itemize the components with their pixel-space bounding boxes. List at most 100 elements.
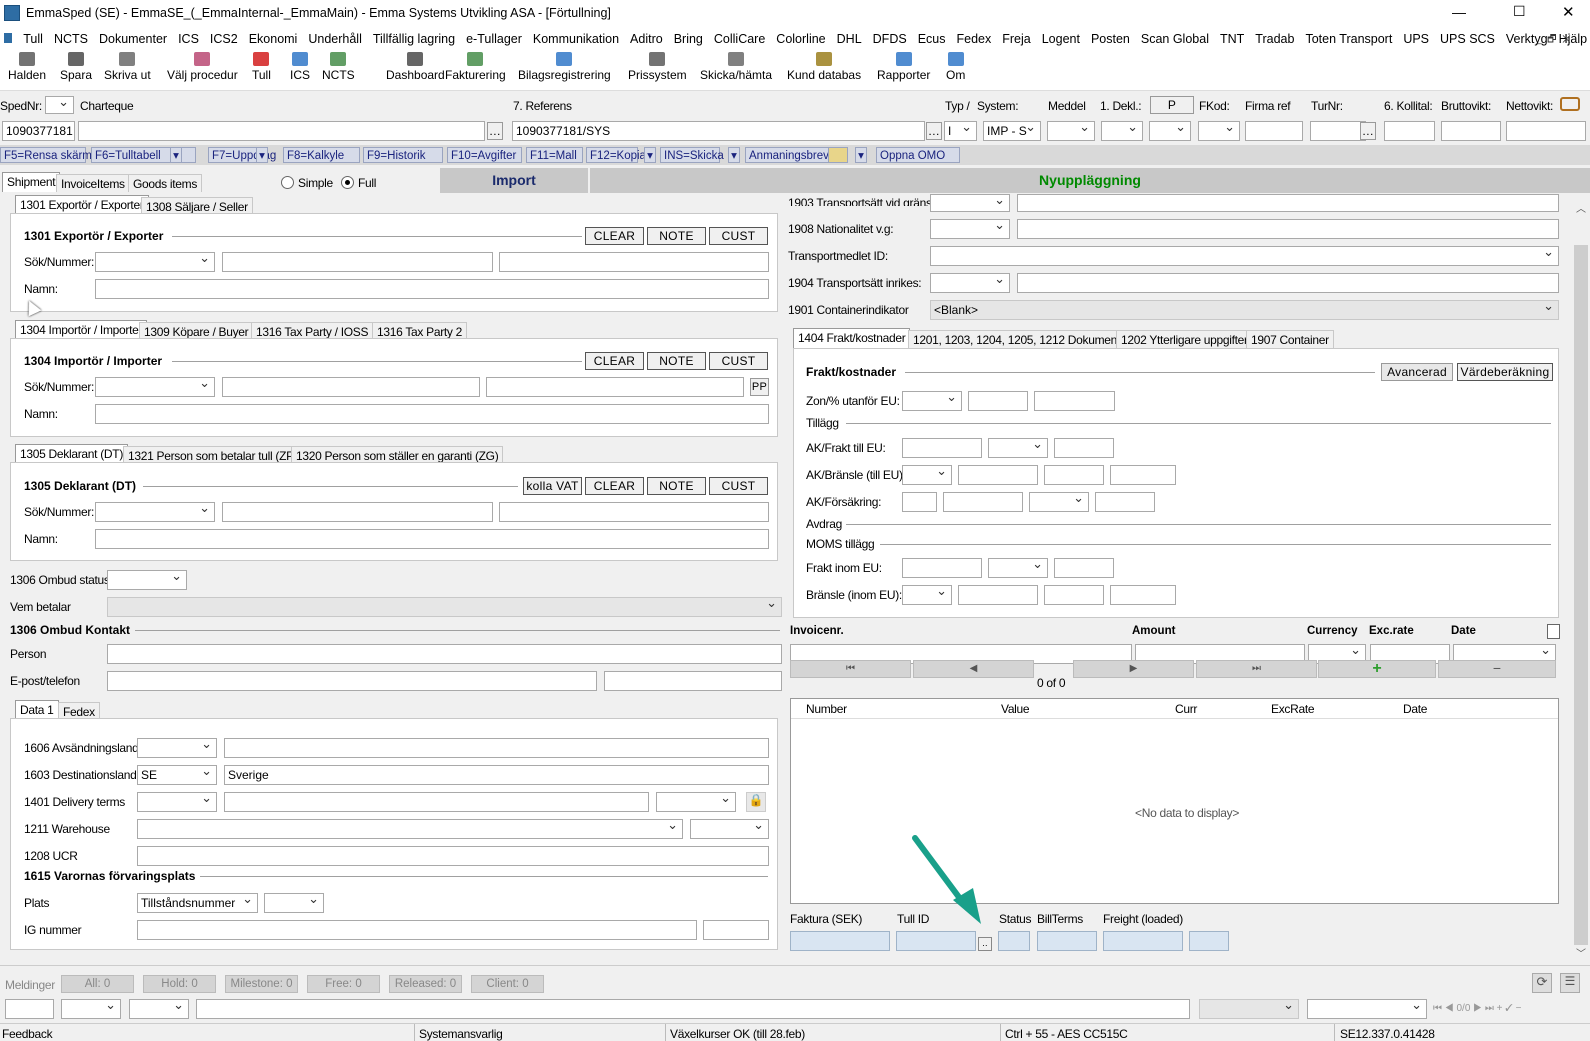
exporter-clear-button[interactable]: CLEAR: [585, 227, 644, 245]
tab-frakt-kostnader[interactable]: 1404 Frakt/kostnader: [793, 328, 911, 348]
typ-select[interactable]: I: [944, 121, 977, 141]
milestone-filter-button[interactable]: Milestone: 0: [225, 975, 298, 993]
full-radio[interactable]: [341, 176, 354, 189]
lock-icon[interactable]: 🔒: [746, 792, 766, 812]
menu-dhl[interactable]: DHL: [837, 32, 862, 46]
delivery-terms-extra[interactable]: [656, 792, 736, 812]
fkey-f8-kalkyle[interactable]: F8=Kalkyle: [283, 147, 360, 163]
message-field-1[interactable]: [5, 999, 54, 1019]
t1908-name[interactable]: [1017, 219, 1559, 239]
ak-bransle-select[interactable]: [902, 465, 952, 485]
bransle-inom-field-3[interactable]: [1044, 585, 1104, 605]
avancerad-button[interactable]: Avancerad: [1381, 363, 1453, 381]
menu-colorline[interactable]: Colorline: [776, 32, 825, 46]
fkey-dropdown-icon[interactable]: ▾: [728, 147, 740, 163]
bransle-inom-field-4[interactable]: [1110, 585, 1176, 605]
message-text-input[interactable]: [196, 999, 1190, 1019]
nettovikt-input[interactable]: [1506, 121, 1586, 141]
fkey-dropdown-icon[interactable]: ▾: [855, 147, 867, 163]
t1908-select[interactable]: [930, 219, 1010, 239]
close-button[interactable]: ✕: [1562, 3, 1575, 21]
toolbar-välj-procedur-button[interactable]: Välj procedur: [167, 52, 238, 82]
exporter-field-3[interactable]: [499, 252, 769, 272]
deklarant-cust-button[interactable]: CUST: [709, 477, 768, 495]
deklarant-namn-input[interactable]: [95, 529, 769, 549]
folder-icon[interactable]: [828, 147, 848, 163]
scale-icon[interactable]: [1560, 97, 1580, 111]
ucr-input[interactable]: [137, 846, 769, 866]
toolbar-om-button[interactable]: Om: [946, 52, 965, 82]
fkey-dropdown-icon[interactable]: ▾: [256, 147, 268, 163]
fkey-dropdown-icon[interactable]: ▾: [170, 147, 182, 163]
avsandningsland-name[interactable]: [224, 738, 769, 758]
toolbar-fakturering-button[interactable]: Fakturering: [445, 52, 506, 82]
status-feedback[interactable]: Feedback: [2, 1027, 53, 1041]
plats-select[interactable]: Tillståndsnummer: [137, 893, 258, 913]
list-view-icon[interactable]: ☰: [1560, 973, 1580, 993]
importer-field-2[interactable]: [222, 377, 480, 397]
ig-nummer-input[interactable]: [137, 920, 697, 940]
turnr-input[interactable]: [1310, 121, 1366, 141]
toolbar-dashboard-button[interactable]: Dashboard: [386, 52, 445, 82]
containerindikator-select[interactable]: <Blank>: [930, 300, 1559, 320]
ak-bransle-field-4[interactable]: [1110, 465, 1176, 485]
client-filter-button[interactable]: Client: 0: [471, 975, 544, 993]
deklarant-note-button[interactable]: NOTE: [647, 477, 706, 495]
zon-field-3[interactable]: [1034, 391, 1115, 411]
free-filter-button[interactable]: Free: 0: [307, 975, 380, 993]
tab-data-1[interactable]: Data 1: [15, 700, 59, 718]
importer-clear-button[interactable]: CLEAR: [585, 352, 644, 370]
exporter-sok-select[interactable]: [95, 252, 215, 272]
fkey-f9-historik[interactable]: F9=Historik: [363, 147, 443, 163]
frakt-inom-input[interactable]: [902, 558, 982, 578]
deklarant-clear-button[interactable]: CLEAR: [585, 477, 644, 495]
spednr-dropdown[interactable]: [45, 96, 74, 114]
menu-toten-transport[interactable]: Toten Transport: [1305, 32, 1392, 46]
ak-forsakring-input[interactable]: [902, 492, 937, 512]
tab-invoiceitems[interactable]: InvoiceItems: [56, 174, 130, 192]
transport-id-select[interactable]: [930, 246, 1559, 266]
menu-tull[interactable]: Tull: [23, 32, 43, 46]
tab-exporter[interactable]: 1301 Exportör / Exporter: [15, 195, 149, 213]
tull-id-browse-button[interactable]: ..: [978, 937, 992, 951]
fkey-ins-skicka[interactable]: INS=Skicka: [660, 147, 724, 163]
ak-frakt-currency[interactable]: [988, 438, 1048, 458]
tab-dokument[interactable]: 1201, 1203, 1204, 1205, 1212 Dokument: [908, 330, 1126, 348]
fkey-f10-avgifter[interactable]: F10=Avgifter: [447, 147, 522, 163]
tab-importer[interactable]: 1304 Importör / Importer: [15, 320, 148, 338]
message-select-3[interactable]: [1199, 999, 1299, 1019]
menu-freja[interactable]: Freja: [1002, 32, 1030, 46]
menu-collicare[interactable]: ColliCare: [714, 32, 765, 46]
referens-browse-button[interactable]: …: [926, 122, 942, 140]
message-select-4[interactable]: [1307, 999, 1427, 1019]
menu-ics2[interactable]: ICS2: [210, 32, 238, 46]
toolbar-ics-button[interactable]: ICS: [290, 52, 310, 82]
menu-bring[interactable]: Bring: [674, 32, 703, 46]
tab-ytterligare[interactable]: 1202 Ytterligare uppgifter: [1116, 330, 1253, 348]
ig-nummer-extra[interactable]: [703, 920, 769, 940]
message-nav-controls[interactable]: ⏮ ◀ 0/0 ▶ ⏭ + ✓ −: [1433, 1003, 1521, 1014]
toolbar-ncts-button[interactable]: NCTS: [322, 52, 355, 82]
menu-dokumenter[interactable]: Dokumenter: [99, 32, 167, 46]
hold-filter-button[interactable]: Hold: 0: [143, 975, 216, 993]
vem-betalar-select[interactable]: [107, 597, 782, 617]
simple-radio[interactable]: [281, 176, 294, 189]
bransle-inom-field-2[interactable]: [958, 585, 1038, 605]
menu-fedex[interactable]: Fedex: [956, 32, 991, 46]
fkey-f12-kopia[interactable]: F12=Kopia: [586, 147, 646, 163]
first-record-button[interactable]: ⏮: [790, 660, 911, 678]
toolbar-prissystem-button[interactable]: Prissystem: [628, 52, 687, 82]
bransle-inom-select[interactable]: [902, 585, 952, 605]
warehouse-type-select[interactable]: [690, 819, 769, 839]
vardeberakning-button[interactable]: Värdeberäkning: [1457, 363, 1553, 381]
message-select-1[interactable]: [61, 999, 121, 1019]
toolbar-spara-button[interactable]: Spara: [60, 52, 92, 82]
remove-record-button[interactable]: −: [1438, 660, 1556, 678]
toolbar-halden-button[interactable]: Halden: [8, 52, 46, 82]
menu-tillfällig-lagring[interactable]: Tillfällig lagring: [373, 32, 455, 46]
exporter-namn-input[interactable]: [95, 279, 769, 299]
delivery-terms-select[interactable]: [137, 792, 217, 812]
menu-ics[interactable]: ICS: [178, 32, 199, 46]
next-record-button[interactable]: ▶: [1073, 660, 1194, 678]
firma-ref-input[interactable]: [1245, 121, 1303, 141]
